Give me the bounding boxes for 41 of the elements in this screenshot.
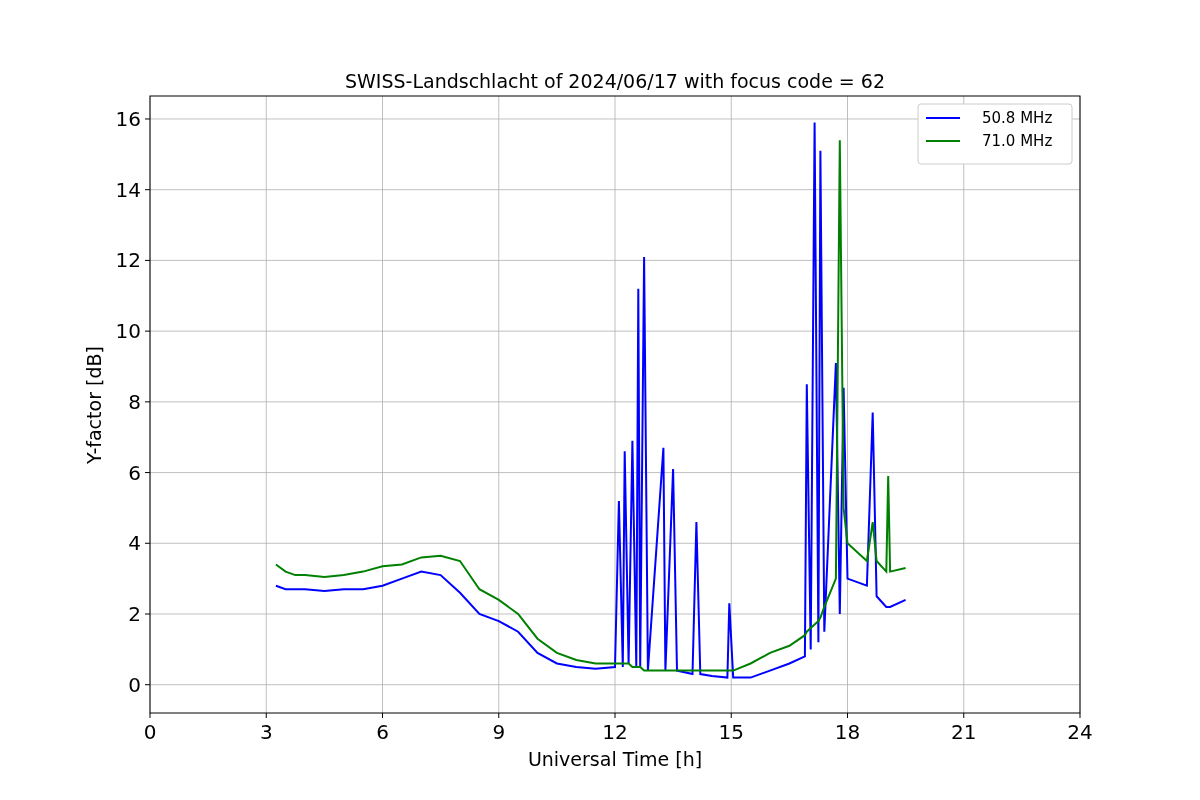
- tick-mark: [847, 712, 848, 719]
- tick-label: 15: [718, 720, 744, 744]
- tick-label: 4: [128, 531, 141, 556]
- tick-mark: [963, 712, 965, 719]
- tick-label: 12: [115, 248, 141, 273]
- tick-label: 21: [951, 720, 977, 744]
- tick-label: 0: [128, 672, 141, 697]
- tick-mark: [149, 712, 151, 719]
- x-axis-label: Universal Time [h]: [527, 748, 703, 770]
- tick-mark: [144, 613, 151, 615]
- tick-label: 0: [143, 720, 157, 744]
- tick-label: 18: [834, 720, 861, 744]
- tick-mark: [498, 712, 500, 719]
- tick-mark: [1079, 712, 1081, 719]
- tick-label: 16: [115, 107, 141, 131]
- tick-label: 9: [492, 720, 506, 744]
- y-axis-label: Y-factor [dB]: [83, 346, 105, 464]
- tick-mark: [144, 330, 151, 332]
- legend-label: 50.8 MHz: [982, 109, 1053, 127]
- tick-mark: [614, 712, 616, 719]
- tick-label: 3: [259, 720, 273, 744]
- tick-label: 14: [115, 177, 141, 202]
- chart-title: SWISS-Landschlacht of 2024/06/17 with focus code = 62: [345, 70, 885, 92]
- tick-label: 10: [115, 319, 141, 344]
- tick-mark: [144, 259, 151, 261]
- tick-label: 8: [128, 389, 141, 414]
- tick-label: 12: [602, 720, 628, 744]
- tick-label: 6: [128, 460, 141, 485]
- tick-mark: [144, 542, 151, 544]
- tick-label: 6: [376, 720, 389, 744]
- tick-mark: [382, 712, 383, 719]
- tick-mark: [144, 118, 151, 120]
- tick-mark: [144, 189, 151, 191]
- tick-label: 24: [1067, 720, 1093, 744]
- tick-mark: [144, 401, 151, 403]
- tick-mark: [265, 712, 267, 719]
- tick-mark: [730, 712, 732, 719]
- tick-mark: [144, 472, 151, 474]
- legend-label: 71.0 MHz: [982, 132, 1053, 150]
- tick-label: 2: [128, 602, 141, 626]
- tick-mark: [144, 684, 151, 686]
